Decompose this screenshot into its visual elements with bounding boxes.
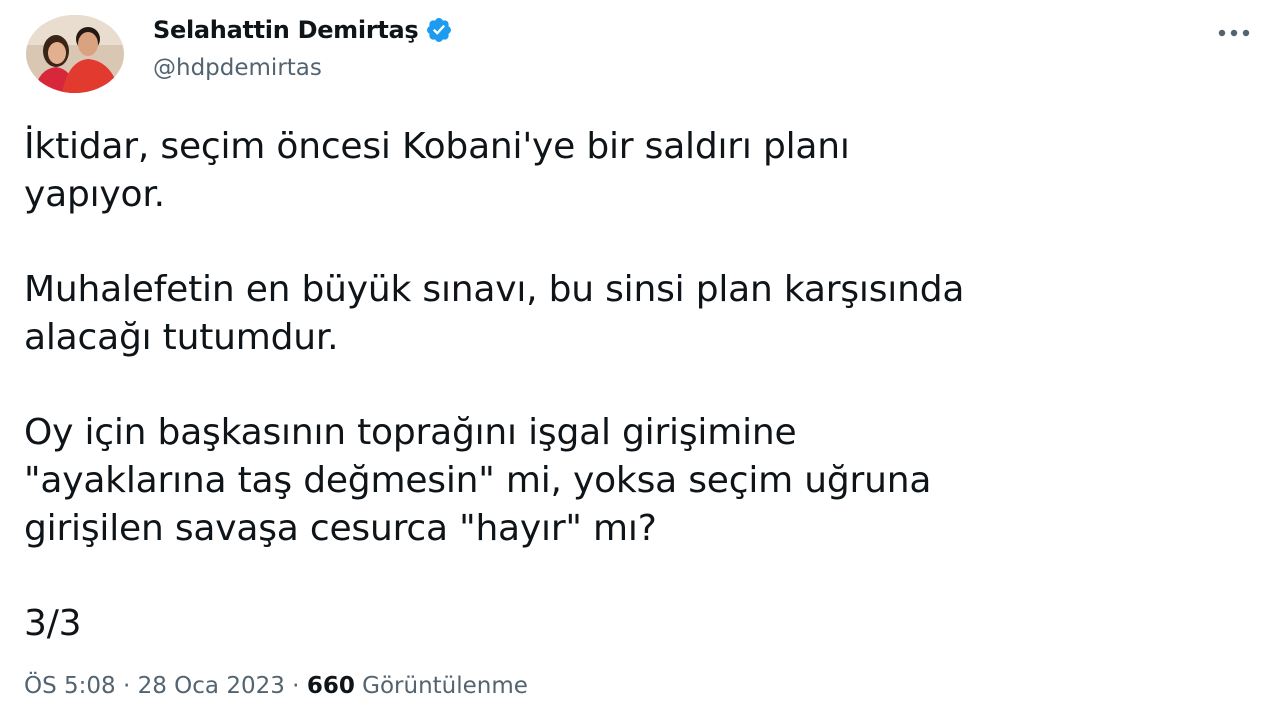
meta-separator: · [284,673,307,699]
tweet-text: İktidar, seçim öncesi Kobani'ye bir sald… [24,123,1254,648]
views-label: Görüntülenme [362,673,528,699]
more-options-icon[interactable] [1212,18,1256,48]
tweet-meta: ÖS 5:08 · 28 Oca 2023 · 660 Görüntülenme [24,673,528,699]
tweet-card: Selahattin Demirtaş @hdpdemirtas İktidar… [0,0,1280,720]
author-display-name[interactable]: Selahattin Demirtaş [153,16,419,44]
verified-badge-icon [425,16,453,44]
avatar-photo-icon [26,15,124,93]
author-name-row: Selahattin Demirtaş [153,16,453,44]
views-count: 660 [306,673,355,699]
meta-separator: · [115,673,138,699]
tweet-paragraph: Muhalefetin en büyük sınavı, bu sinsi pl… [24,269,965,358]
tweet-paragraph: Oy için başkasının toprağını işgal giriş… [24,412,932,549]
author-handle[interactable]: @hdpdemirtas [153,55,322,81]
tweet-paragraph: İktidar, seçim öncesi Kobani'ye bir sald… [24,126,850,215]
tweet-paragraph: 3/3 [24,603,82,644]
tweet-date[interactable]: 28 Oca 2023 [138,673,285,699]
author-avatar[interactable] [26,15,124,93]
tweet-time[interactable]: ÖS 5:08 [24,673,116,699]
